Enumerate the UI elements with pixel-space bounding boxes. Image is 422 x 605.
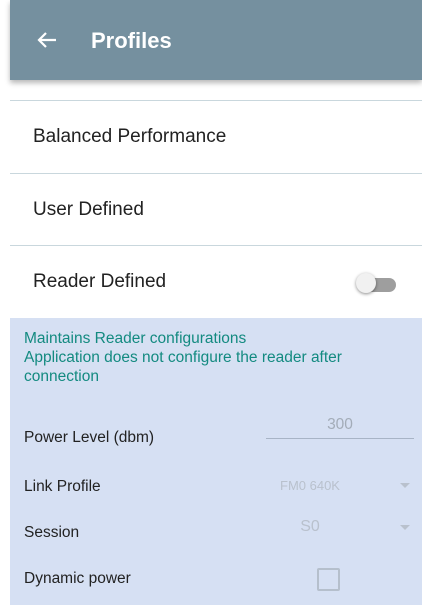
link-profile-value: FM0 640K bbox=[280, 478, 340, 493]
arrow-left-icon[interactable] bbox=[36, 29, 58, 51]
reader-defined-toggle[interactable] bbox=[356, 273, 396, 293]
description-line: Application does not configure the reade… bbox=[24, 349, 342, 385]
page-title: Profiles bbox=[91, 28, 172, 53]
profile-item-reader-defined[interactable]: Reader Defined bbox=[10, 246, 422, 318]
power-level-value: 300 bbox=[327, 416, 353, 433]
reader-defined-description: Maintains Reader configurations Applicat… bbox=[24, 329, 416, 386]
toggle-thumb bbox=[356, 273, 376, 293]
dynamic-power-label: Dynamic power bbox=[24, 570, 131, 587]
session-dropdown: S0 bbox=[240, 517, 416, 541]
chevron-down-icon bbox=[400, 525, 410, 530]
chevron-down-icon bbox=[400, 483, 410, 488]
dynamic-power-checkbox bbox=[317, 568, 340, 591]
power-level-input: 300 bbox=[266, 412, 414, 439]
link-profile-dropdown: FM0 640K bbox=[240, 475, 416, 499]
session-label: Session bbox=[24, 524, 80, 541]
power-level-label: Power Level (dbm) bbox=[24, 429, 155, 446]
session-value: S0 bbox=[300, 518, 320, 535]
profile-item-balanced-performance[interactable]: Balanced Performance bbox=[10, 101, 422, 173]
link-profile-label: Link Profile bbox=[24, 478, 101, 495]
app-bar: Profiles bbox=[10, 0, 422, 80]
reader-defined-panel: Maintains Reader configurations Applicat… bbox=[10, 318, 422, 605]
profile-item-user-defined[interactable]: User Defined bbox=[10, 174, 422, 246]
profile-label: Balanced Performance bbox=[33, 126, 227, 147]
description-line: Maintains Reader configurations bbox=[24, 330, 247, 347]
profile-label: User Defined bbox=[33, 199, 144, 220]
profile-label: Reader Defined bbox=[33, 271, 167, 292]
